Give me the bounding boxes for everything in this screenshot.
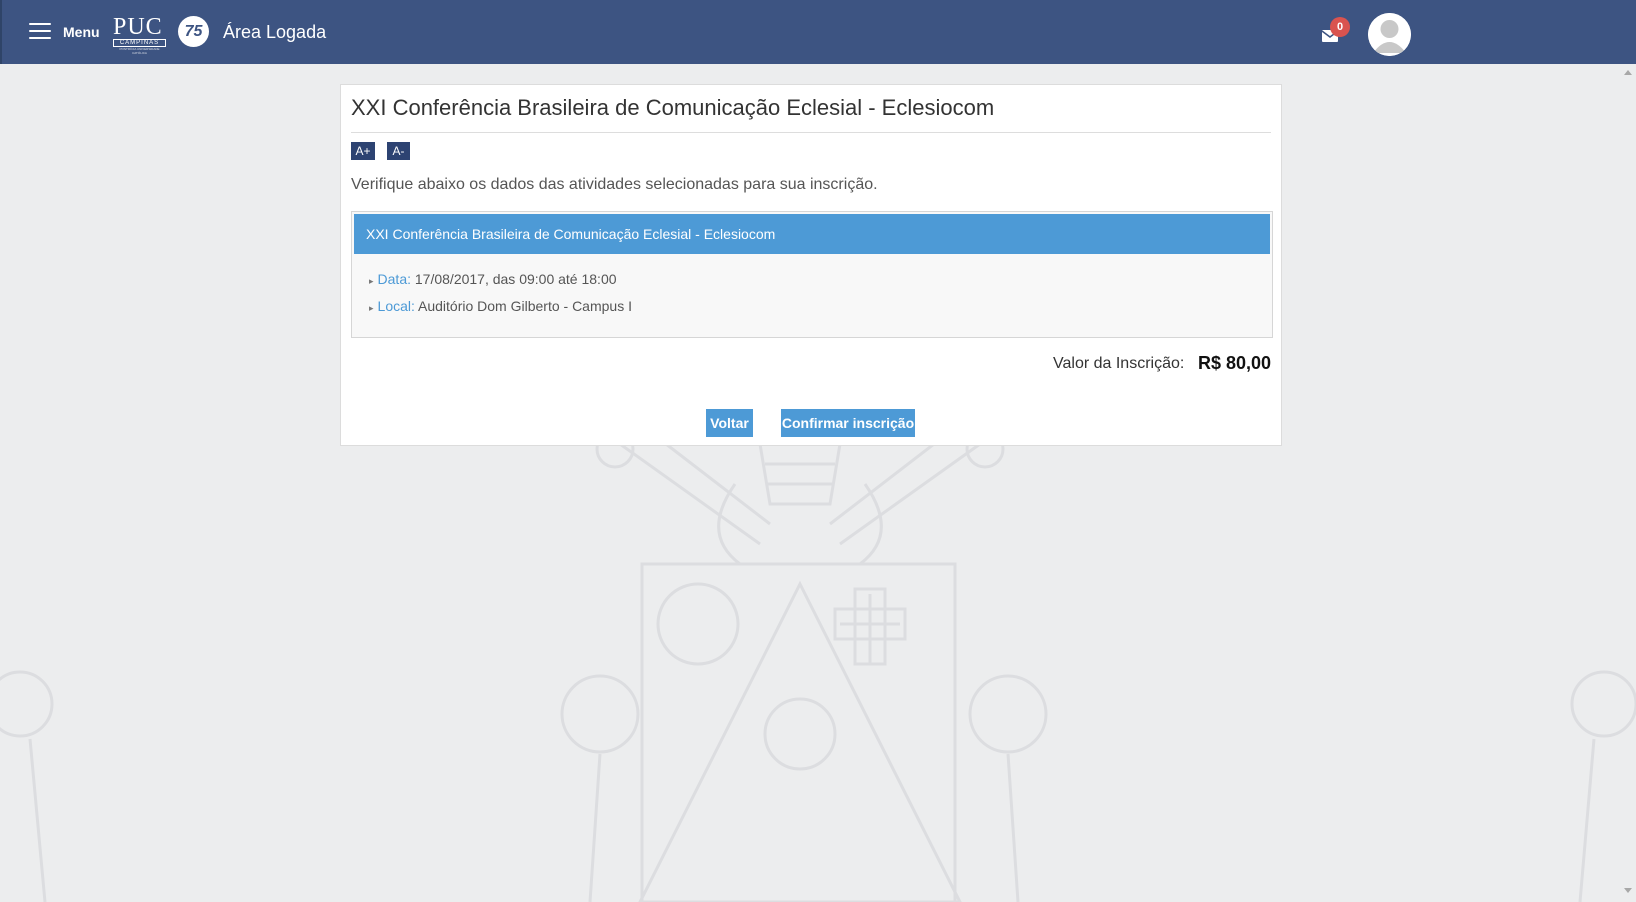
font-decrease-button[interactable]: A- [387,142,410,160]
fee-label: Valor da Inscrição: [1053,355,1185,372]
activity-card: XXI Conferência Brasileira de Comunicaçã… [351,211,1273,338]
fee-value: R$ 80,00 [1198,353,1272,373]
local-label: Local: [377,298,415,314]
scroll-up-arrow-icon[interactable] [1624,70,1632,75]
page-title: XXI Conferência Brasileira de Comunicaçã… [351,95,995,120]
date-label: Data: [377,271,411,287]
bullet-arrow-icon: ▸ [369,303,374,313]
activity-location: ▸ Local: Auditório Dom Gilberto - Campus … [369,298,632,314]
user-avatar-icon[interactable] [1368,13,1411,56]
bullet-arrow-icon: ▸ [369,276,374,286]
local-value: Auditório Dom Gilberto - Campus I [418,298,632,314]
logo-tagline: PONTIFÍCIA UNIVERSIDADE CATÓLICA [119,47,160,55]
title-divider [351,132,1271,133]
logo-subtitle: CAMPINAS [113,39,166,47]
activity-title: XXI Conferência Brasileira de Comunicaçã… [354,214,1270,254]
notification-badge[interactable]: 0 [1330,17,1350,37]
activity-date: ▸ Data: 17/08/2017, das 09:00 até 18:00 [369,271,617,287]
back-button[interactable]: Voltar [706,409,753,437]
top-navbar: Menu PUC CAMPINAS PONTIFÍCIA UNIVERSIDAD… [0,0,1636,64]
menu-button[interactable]: Menu [63,24,100,40]
font-increase-button[interactable]: A+ [351,142,375,160]
date-value: 17/08/2017, das 09:00 até 18:00 [414,271,617,287]
scroll-down-arrow-icon[interactable] [1624,888,1632,893]
hamburger-icon[interactable] [29,23,51,40]
page: Menu PUC CAMPINAS PONTIFÍCIA UNIVERSIDAD… [0,0,1636,902]
anniversary-badge: 75 [178,16,209,47]
logo-word: PUC [113,14,163,40]
confirm-registration-button[interactable]: Confirmar inscrição [781,409,915,437]
registration-panel: XXI Conferência Brasileira de Comunicaçã… [340,84,1282,446]
puc-logo[interactable]: PUC CAMPINAS PONTIFÍCIA UNIVERSIDADE CAT… [113,14,166,55]
intro-text: Verifique abaixo os dados das atividades… [351,176,878,193]
area-title: Área Logada [223,22,327,42]
